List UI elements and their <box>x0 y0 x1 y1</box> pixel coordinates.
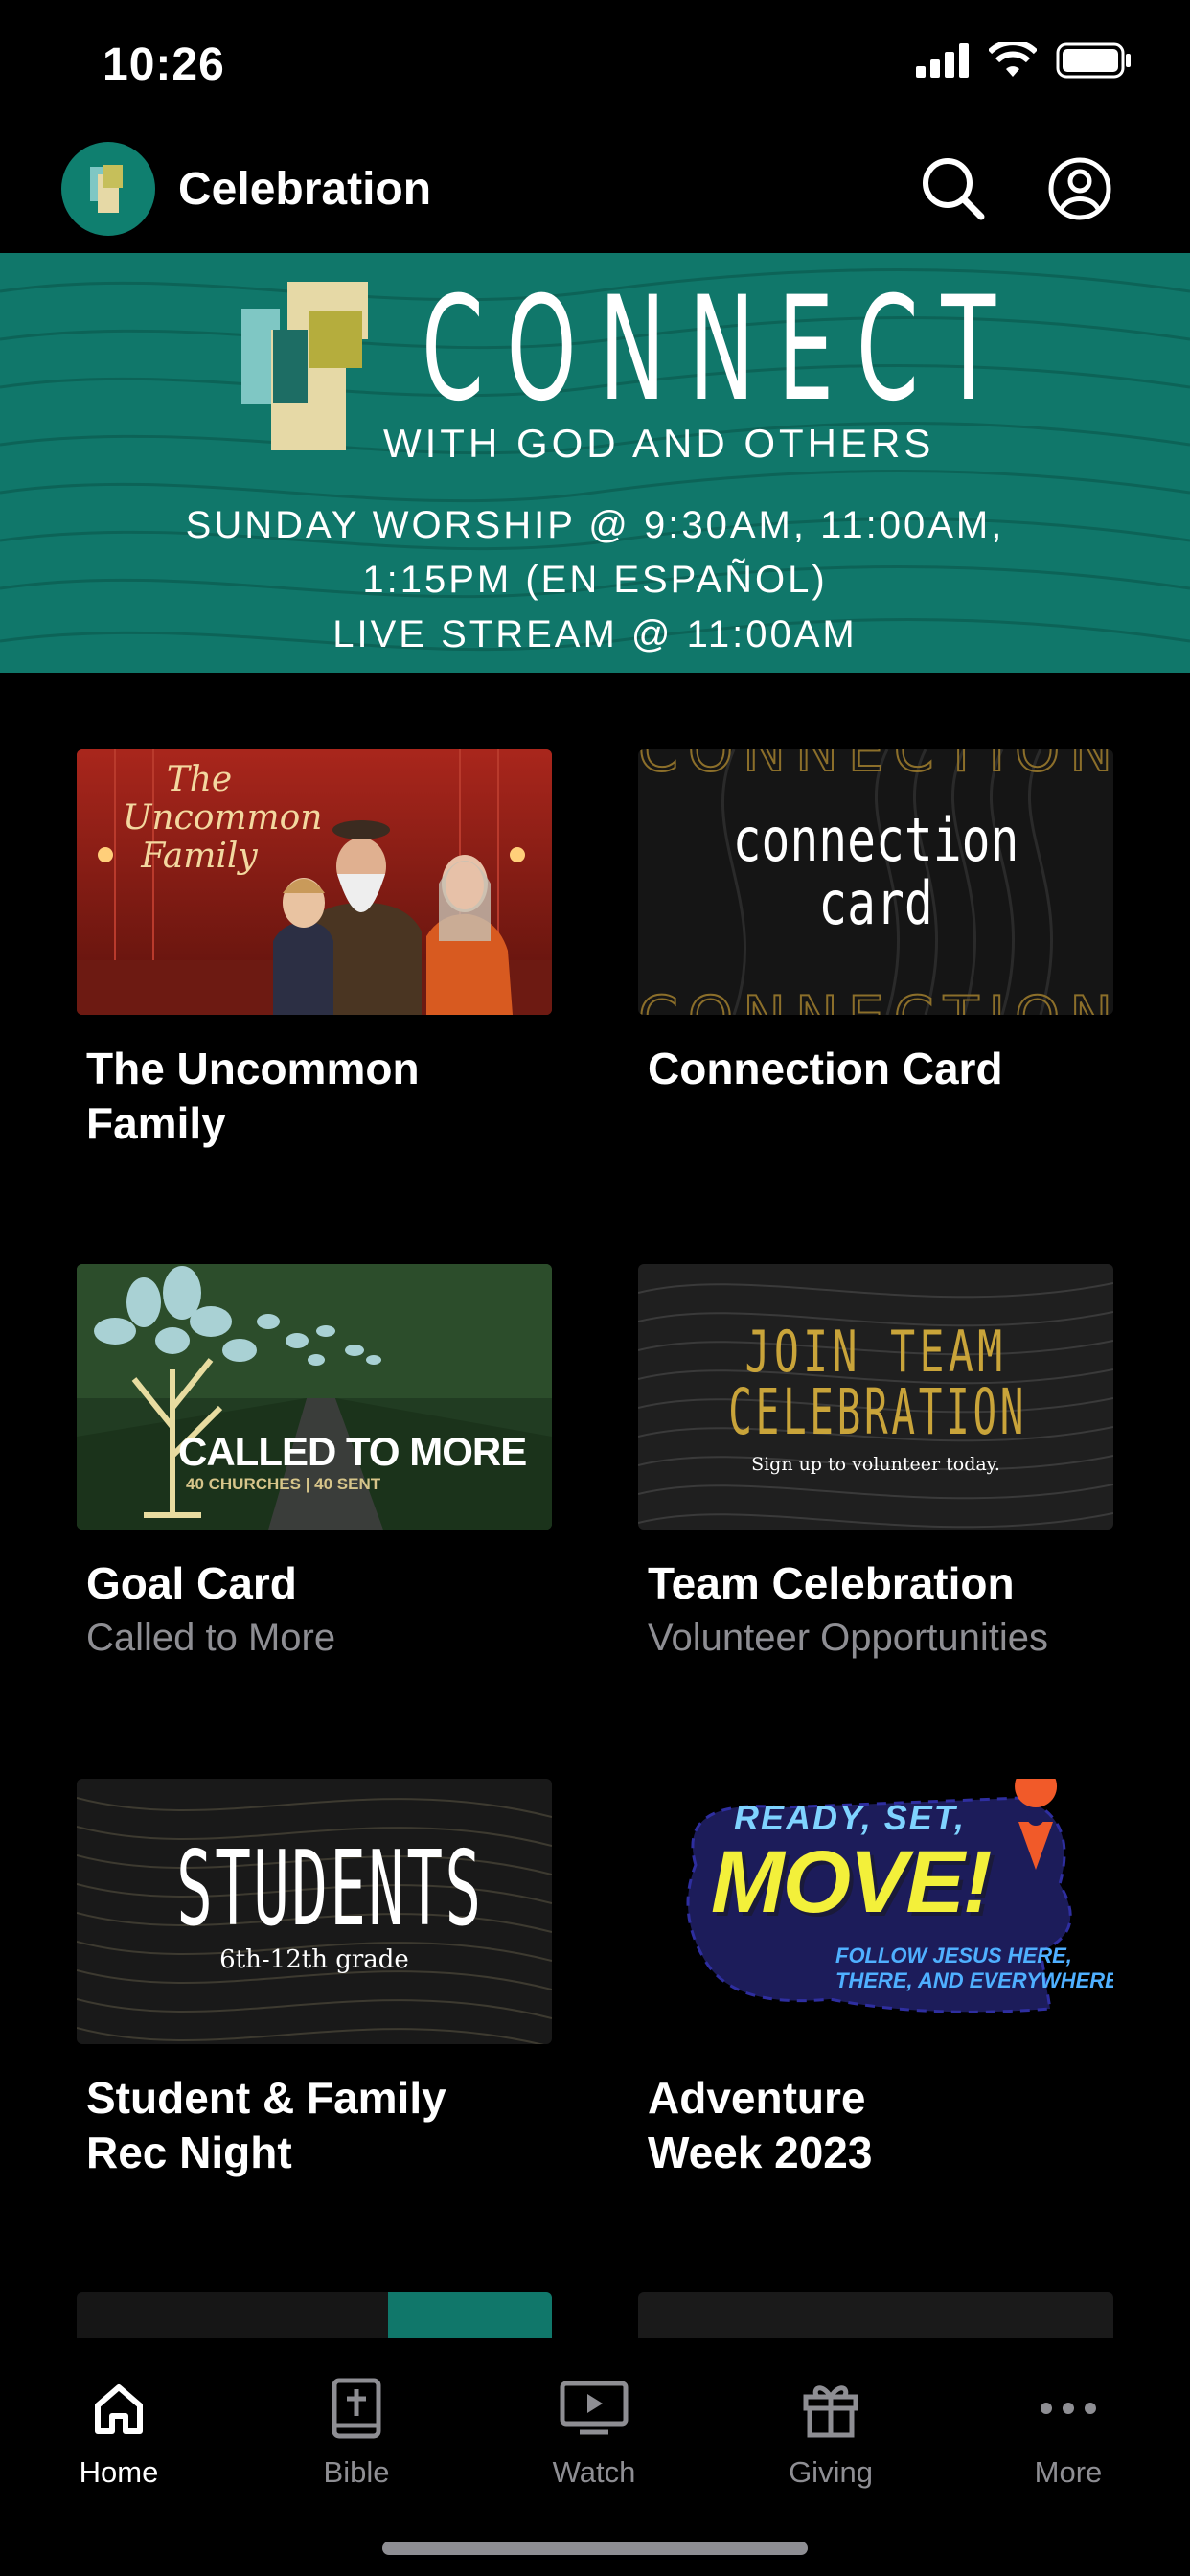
hero-banner[interactable]: CONNECT WITH GOD AND OTHERS SUNDAY WORSH… <box>0 253 1190 673</box>
search-button[interactable] <box>920 155 987 222</box>
tab-more[interactable]: More <box>973 2365 1164 2490</box>
card-thumbnail: READY, SET, MOVE! FOLLOW JESUS HERE, THE… <box>638 1779 1113 2044</box>
card-adventure-week[interactable]: READY, SET, MOVE! FOLLOW JESUS HERE, THE… <box>638 1779 1113 2180</box>
banner-line-1: SUNDAY WORSHIP @ 9:30AM, 11:00AM, <box>185 504 1005 546</box>
status-icons <box>916 42 1133 79</box>
thumb-subtitle: 6th-12th grade <box>219 1945 409 1974</box>
card-title: Adventure Week 2023 <box>648 2073 873 2177</box>
account-icon <box>1048 157 1111 220</box>
card-title: Connection Card <box>648 1044 1003 1093</box>
card-partial-right[interactable] <box>638 2292 1113 2338</box>
card-title: The Uncommon Family <box>86 1044 420 1148</box>
card-thumbnail: The Uncommon Family <box>77 749 552 1015</box>
thumb-title-2: CELEBRATION <box>728 1375 1028 1449</box>
card-subtitle: Volunteer Opportunities <box>648 1617 1049 1659</box>
card-title: Student & Family Rec Night <box>86 2073 446 2177</box>
card-uncommon-family[interactable]: The Uncommon Family The Uncommon Family <box>77 749 552 1151</box>
banner-title: CONNECT <box>422 266 1018 433</box>
thumb-title-2: MOVE! <box>711 1833 993 1931</box>
thumb-subtitle: 40 CHURCHES | 40 SENT <box>186 1475 381 1493</box>
card-thumbnail: JOIN TEAM CELEBRATION Sign up to volunte… <box>638 1264 1113 1530</box>
church-logo <box>61 142 155 236</box>
thumb-title-1: JOIN TEAM <box>744 1319 1007 1386</box>
thumb-subtitle-2: THERE, AND EVERYWHERE <box>835 1968 1113 1992</box>
tab-giving[interactable]: Giving <box>735 2365 927 2490</box>
card-connection-card[interactable]: CONNECTION CONNECTION connection card Co… <box>638 749 1113 1096</box>
app-title: Celebration <box>178 164 432 215</box>
gift-icon <box>803 2385 858 2438</box>
home-icon <box>95 2384 143 2434</box>
signal-icon <box>916 43 969 78</box>
thumb-title: The Uncommon Family <box>123 760 323 876</box>
banner-line-2: 1:15PM (EN ESPAÑOL) <box>362 559 828 601</box>
bible-icon <box>332 2378 381 2439</box>
profile-button[interactable] <box>1046 155 1113 222</box>
status-time: 10:26 <box>103 39 225 90</box>
thumb-title: connection card <box>732 805 1019 938</box>
banner-schedule: SUNDAY WORSHIP @ 9:30AM, 11:00AM, 1:15PM… <box>0 498 1190 662</box>
card-team-celebration[interactable]: JOIN TEAM CELEBRATION Sign up to volunte… <box>638 1264 1113 1660</box>
tab-label: More <box>1034 2455 1103 2489</box>
card-student-family-rec-night[interactable]: STUDENTS 6th-12th grade Student & Family… <box>77 1779 552 2180</box>
home-indicator[interactable] <box>382 2542 808 2555</box>
tab-label: Home <box>79 2455 159 2489</box>
thumb-subtitle: Sign up to volunteer today. <box>751 1454 1000 1475</box>
svg-text:CONNECTION: CONNECTION <box>638 749 1113 785</box>
partial-accent <box>388 2292 552 2338</box>
wifi-icon <box>989 42 1037 77</box>
tab-label: Watch <box>552 2455 636 2489</box>
banner-subtitle: WITH GOD AND OTHERS <box>383 421 935 466</box>
card-partial-left[interactable] <box>77 2292 552 2338</box>
search-icon <box>923 158 985 220</box>
svg-text:CONNECTION: CONNECTION <box>638 984 1113 1015</box>
thumb-title: CALLED TO MORE <box>178 1429 527 1474</box>
tab-bar: Home Bible Watch Giving More <box>0 2338 1190 2576</box>
card-title: Goal Card <box>86 1558 297 1608</box>
card-thumbnail: CONNECTION CONNECTION connection card <box>638 749 1113 1015</box>
app-header: Celebration <box>0 134 1190 253</box>
thumb-title: STUDENTS <box>176 1829 484 1949</box>
card-thumbnail: STUDENTS 6th-12th grade <box>77 1779 552 2044</box>
thumb-subtitle-1: FOLLOW JESUS HERE, <box>835 1944 1072 1967</box>
banner-line-3: LIVE STREAM @ 11:00AM <box>332 613 858 656</box>
battery-icon <box>1056 42 1131 79</box>
more-icon <box>1041 2403 1096 2414</box>
tab-label: Bible <box>323 2455 390 2489</box>
tab-label: Giving <box>789 2455 873 2489</box>
tv-icon <box>560 2380 629 2435</box>
card-subtitle: Called to More <box>86 1617 336 1659</box>
tab-bible[interactable]: Bible <box>261 2365 452 2490</box>
tab-watch[interactable]: Watch <box>498 2365 690 2490</box>
card-thumbnail: CALLED TO MORE 40 CHURCHES | 40 SENT <box>77 1264 552 1530</box>
card-goal-card[interactable]: CALLED TO MORE 40 CHURCHES | 40 SENT Goa… <box>77 1264 552 1660</box>
tab-home[interactable]: Home <box>23 2365 215 2490</box>
card-title: Team Celebration <box>648 1558 1015 1608</box>
